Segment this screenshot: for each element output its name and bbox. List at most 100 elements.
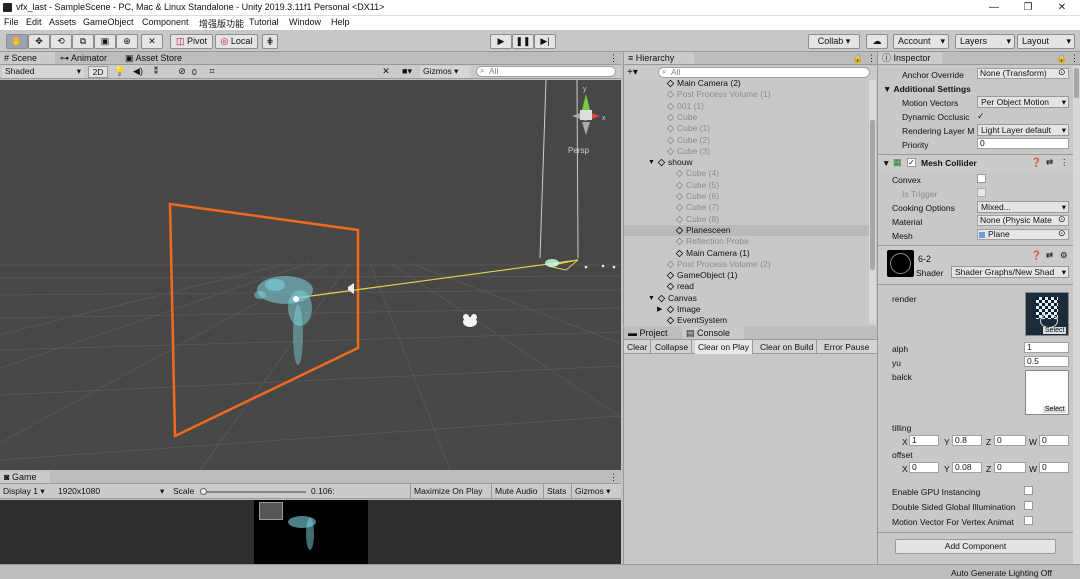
menu-assets[interactable]: Assets <box>49 17 76 27</box>
snap-icon[interactable]: ⋕ <box>262 34 278 49</box>
hierarchy-item[interactable]: Reflection Probe <box>624 236 869 247</box>
anchor-override-field[interactable]: None (Transform) <box>977 68 1069 79</box>
layers-dropdown[interactable]: Layers ▾ <box>955 34 1015 49</box>
clear-button[interactable]: Clear <box>624 340 652 354</box>
shader-dropdown[interactable]: Shader Graphs/New Shad ▾ <box>951 266 1069 278</box>
menu-gameobject[interactable]: GameObject <box>83 17 134 27</box>
tab-game[interactable]: ◙ Game <box>0 471 50 483</box>
tilling-y-field[interactable]: 0.8 <box>952 435 982 446</box>
lighting-icon[interactable]: 💡 <box>114 65 126 77</box>
motion-vectors-dropdown[interactable]: Per Object Motion ▾ <box>977 96 1069 108</box>
stats-button[interactable]: Stats <box>543 484 569 499</box>
balck-texture-slot[interactable]: Select <box>1025 370 1069 415</box>
additional-settings-foldout[interactable]: ▼ Additional Settings <box>883 84 971 94</box>
panel-menu-icon[interactable]: ⋮ <box>609 52 618 64</box>
hierarchy-search-input[interactable]: All <box>658 67 870 78</box>
hierarchy-item[interactable]: ▼ Canvas <box>624 293 869 304</box>
account-dropdown[interactable]: Account ▾ <box>893 34 949 49</box>
local-toggle[interactable]: ◎ Local <box>215 34 258 49</box>
hierarchy-item[interactable]: Cube (2) <box>624 135 869 146</box>
camera-gizmo-icon[interactable] <box>463 314 477 327</box>
preset-icon[interactable]: ⇄ <box>1046 250 1053 261</box>
double-sided-gi-checkbox[interactable] <box>1024 501 1033 510</box>
tab-animator[interactable]: ⊶ Animator <box>60 52 107 64</box>
effects-icon[interactable]: ⁑ <box>150 65 162 77</box>
custom-tool-icon[interactable]: ✕ <box>141 34 163 49</box>
inspector-scrollbar[interactable] <box>1073 66 1080 564</box>
mute-audio-button[interactable]: Mute Audio <box>491 484 541 499</box>
gpu-instancing-checkbox[interactable] <box>1024 486 1033 495</box>
tab-scene[interactable]: # Scene <box>0 52 55 64</box>
motion-vector-checkbox[interactable] <box>1024 516 1033 525</box>
object-picker-icon[interactable]: ⊙ <box>1058 228 1066 239</box>
tab-console[interactable]: ▤ Console <box>682 327 744 339</box>
cloud-icon[interactable]: ☁ <box>866 34 888 49</box>
foldout-arrow-icon[interactable]: ▼ <box>882 158 890 168</box>
game-viewport[interactable] <box>0 500 621 564</box>
hierarchy-item[interactable]: ▼ shouw <box>624 157 869 168</box>
hierarchy-item[interactable]: Post Process Volume (1) <box>624 89 869 100</box>
rendering-layer-dropdown[interactable]: Light Layer default ▾ <box>977 124 1069 136</box>
scrollbar-thumb[interactable] <box>1074 68 1079 98</box>
component-menu-icon[interactable]: ⋮ <box>1060 157 1069 168</box>
mesh-collider-enabled-checkbox[interactable]: ✓ <box>907 158 916 167</box>
menu-tutorial[interactable]: Tutorial <box>249 17 279 27</box>
is-trigger-checkbox[interactable] <box>977 188 986 197</box>
rect-tool-icon[interactable]: ▣ <box>94 34 116 49</box>
hierarchy-item[interactable]: Cube (6) <box>624 191 869 202</box>
move-tool-icon[interactable]: ✥ <box>28 34 50 49</box>
offset-w-field[interactable]: 0 <box>1039 462 1069 473</box>
game-gizmos-dropdown[interactable]: Gizmos ▾ <box>571 484 613 499</box>
clear-on-build-button[interactable]: Clear on Build <box>757 340 818 354</box>
hierarchy-item[interactable]: Cube (8) <box>624 214 869 225</box>
panel-menu-icon[interactable]: ⋮ <box>609 471 618 483</box>
panel-menu-icon[interactable]: ⋮ <box>1070 52 1079 64</box>
pivot-toggle[interactable]: ◫ Pivot <box>170 34 213 49</box>
tilling-w-field[interactable]: 0 <box>1039 435 1069 446</box>
audio-icon[interactable]: ◀) <box>132 65 144 77</box>
offset-x-field[interactable]: 0 <box>909 462 939 473</box>
foldout-expanded-icon[interactable]: ▼ <box>648 157 655 168</box>
object-picker-icon[interactable]: ⊙ <box>1058 67 1066 78</box>
offset-y-field[interactable]: 0.08 <box>952 462 982 473</box>
cooking-options-dropdown[interactable]: Mixed... ▾ <box>977 201 1069 213</box>
hierarchy-item[interactable]: Cube (4) <box>624 168 869 179</box>
object-picker-icon[interactable]: ⊙ <box>1058 214 1066 225</box>
tools-icon[interactable]: ✕ <box>380 65 392 77</box>
alph-field[interactable]: 1 <box>1024 342 1069 353</box>
priority-field[interactable]: 0 <box>977 138 1069 149</box>
menu-help[interactable]: Help <box>331 17 350 27</box>
maximize-button[interactable]: ❐ <box>1018 1 1038 15</box>
lock-icon[interactable]: 🔒 <box>1056 52 1067 64</box>
render-texture-slot[interactable]: Select <box>1025 292 1069 336</box>
hierarchy-item[interactable]: Cube (3) <box>624 146 869 157</box>
collapse-button[interactable]: Collapse <box>652 340 693 354</box>
scene-search-input[interactable]: All <box>476 66 616 77</box>
error-pause-button[interactable]: Error Pause <box>821 340 872 354</box>
camera-icon[interactable]: ■▾ <box>398 65 416 77</box>
hierarchy-item[interactable]: ▶ Image <box>624 304 869 315</box>
layout-dropdown[interactable]: Layout ▾ <box>1017 34 1075 49</box>
persp-label[interactable]: Persp <box>568 146 589 155</box>
tilling-x-field[interactable]: 1 <box>909 435 939 446</box>
close-button[interactable]: ✕ <box>1052 1 1072 15</box>
hierarchy-item[interactable]: read <box>624 281 869 292</box>
hierarchy-item[interactable]: Cube (5) <box>624 180 869 191</box>
select-texture-button[interactable]: Select <box>1043 327 1067 334</box>
panel-menu-icon[interactable]: ⋮ <box>867 52 876 64</box>
play-button-icon[interactable]: ▶ <box>490 34 512 49</box>
shading-mode-dropdown[interactable]: Shaded ▾ <box>2 66 84 78</box>
help-icon[interactable]: ❓ <box>1031 250 1042 261</box>
hierarchy-item[interactable]: Main Camera (2) <box>624 78 869 89</box>
hierarchy-item[interactable]: Planesceen <box>624 224 869 237</box>
transform-tool-icon[interactable]: ⊕ <box>116 34 138 49</box>
resolution-dropdown[interactable]: 1920x1080 ▾ <box>58 486 168 496</box>
minimize-button[interactable]: — <box>984 1 1004 15</box>
scale-slider[interactable] <box>202 491 306 493</box>
rotate-tool-icon[interactable]: ⟲ <box>50 34 72 49</box>
menu-file[interactable]: File <box>4 17 19 27</box>
menu-enhanced[interactable]: 增强版功能 <box>199 17 244 30</box>
tab-project[interactable]: ▬ Project <box>624 327 668 339</box>
gizmos-dropdown[interactable]: Gizmos ▾ <box>420 66 470 78</box>
hierarchy-item[interactable]: Cube <box>624 112 869 123</box>
